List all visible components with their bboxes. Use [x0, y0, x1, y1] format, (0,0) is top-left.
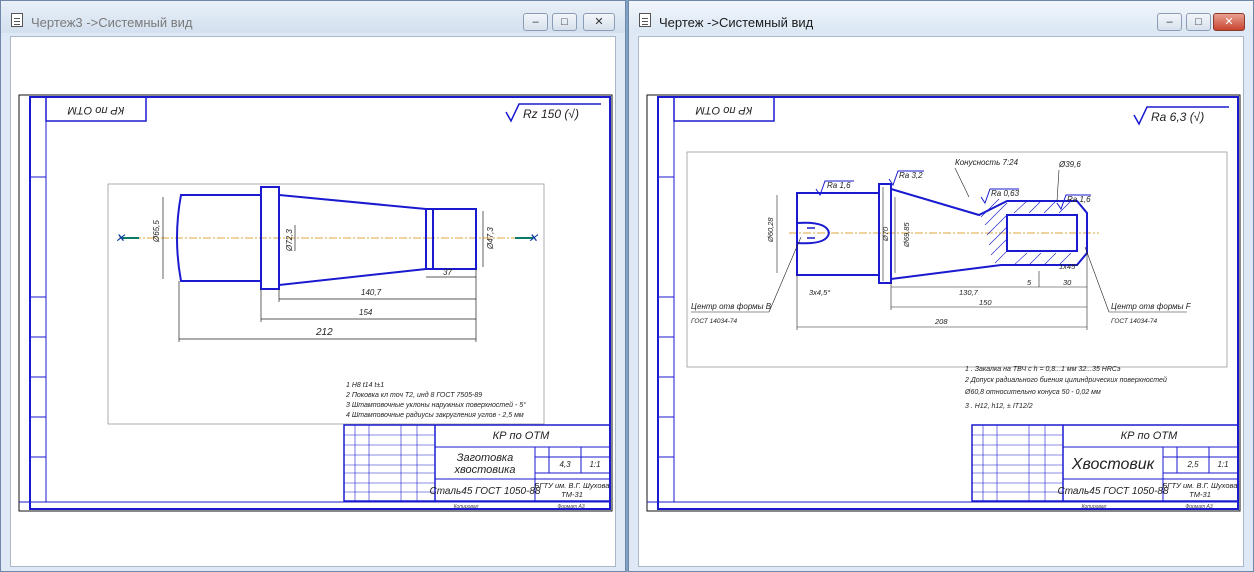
svg-text:2 Поковка кл точ Т2, инд 8 ГО: 2 Поковка кл точ Т2, инд 8 ГОСТ 7505-89	[345, 391, 482, 399]
svg-text:2,5: 2,5	[1186, 460, 1199, 469]
title-bar[interactable]: Чертеж3 ->Системный вид – □ ✕	[1, 1, 625, 33]
svg-text:Ra 0,63: Ra 0,63	[991, 189, 1020, 198]
svg-text:1:1: 1:1	[589, 460, 600, 469]
drawing-window-left[interactable]: Чертеж3 ->Системный вид – □ ✕ КР по ОТМ …	[0, 0, 626, 572]
svg-text:Ø72,3: Ø72,3	[285, 229, 294, 252]
svg-text:КР по ОТМ: КР по ОТМ	[1121, 430, 1179, 442]
svg-text:150: 150	[979, 298, 992, 307]
minimize-button[interactable]: –	[523, 13, 548, 31]
window-title: Чертеж3 ->Системный вид	[31, 15, 193, 30]
svg-text:Ra 1,6: Ra 1,6	[1067, 195, 1091, 204]
drawing-canvas[interactable]: КР по ОТМ Rz 150 (√) ✕ ✕ Ø65,5 Ø72,3 Ø47…	[10, 36, 616, 567]
svg-text:Центр отв формы F: Центр отв формы F	[1111, 302, 1192, 311]
svg-text:ГОСТ 14034-74: ГОСТ 14034-74	[691, 318, 737, 325]
window-border	[616, 36, 625, 567]
svg-text:БГТУ им. В.Г. Шухова: БГТУ им. В.Г. Шухова	[535, 481, 610, 490]
svg-text:БГТУ им. В.Г. Шухова: БГТУ им. В.Г. Шухова	[1163, 481, 1238, 490]
svg-text:Ø47,3: Ø47,3	[486, 227, 495, 250]
svg-text:Ø65,5: Ø65,5	[152, 220, 161, 243]
svg-text:Сталь45 ГОСТ 1050-88: Сталь45 ГОСТ 1050-88	[429, 486, 540, 497]
svg-text:4 Штамповочные радиусы закруг: 4 Штамповочные радиусы закругления углов…	[346, 411, 524, 419]
svg-text:1х45°: 1х45°	[1059, 262, 1078, 271]
svg-text:130,7: 130,7	[959, 288, 979, 297]
svg-text:Ra 1,6: Ra 1,6	[827, 181, 851, 190]
svg-text:212: 212	[315, 327, 333, 338]
svg-text:208: 208	[934, 317, 948, 326]
document-icon	[11, 13, 23, 27]
svg-text:Хвостовик: Хвостовик	[1071, 456, 1156, 473]
minimize-button[interactable]: –	[1157, 13, 1182, 31]
maximize-button[interactable]: □	[552, 13, 577, 31]
svg-text:Копировал: Копировал	[454, 504, 479, 510]
drawing-window-right[interactable]: Чертеж ->Системный вид – □ ✕ КР по ОТМ R…	[628, 0, 1254, 572]
svg-text:Конусность 7:24: Конусность 7:24	[955, 158, 1019, 167]
svg-text:Ra 6,3 (√): Ra 6,3 (√)	[1151, 110, 1204, 124]
maximize-button[interactable]: □	[1186, 13, 1211, 31]
svg-text:Ø60,28: Ø60,28	[766, 217, 775, 243]
svg-text:ТМ-31: ТМ-31	[561, 490, 583, 499]
svg-text:1 Н8 t14 t±1: 1 Н8 t14 t±1	[346, 382, 384, 389]
drawing-sheet: КР по ОТМ Ra 6,3 (√) Ra 1,6 Ra 3,2 Ra 0,…	[646, 94, 1241, 512]
svg-text:Ø70: Ø70	[881, 226, 890, 242]
svg-text:✕: ✕	[528, 231, 539, 245]
svg-text:Ø39,6: Ø39,6	[1058, 160, 1081, 169]
svg-text:Rz 150 (√): Rz 150 (√)	[523, 107, 579, 121]
svg-text:✕: ✕	[115, 231, 126, 245]
svg-text:1:1: 1:1	[1217, 460, 1228, 469]
svg-text:КР по ОТМ: КР по ОТМ	[493, 430, 551, 442]
svg-text:Ø60,8 относительно конуса 50 -: Ø60,8 относительно конуса 50 - 0,02 мм	[964, 389, 1101, 396]
svg-text:3х4,5°: 3х4,5°	[809, 288, 830, 297]
svg-text:3 Штамповочные уклоны наружны: 3 Штамповочные уклоны наружных поверхнос…	[346, 401, 526, 409]
document-icon	[639, 13, 651, 27]
svg-text:30: 30	[1063, 278, 1072, 287]
svg-text:Заготовка: Заготовка	[457, 452, 514, 464]
svg-text:4,3: 4,3	[559, 460, 571, 469]
svg-text:Ø69,85: Ø69,85	[902, 222, 911, 248]
svg-text:Копировал: Копировал	[1082, 504, 1107, 510]
svg-text:Центр отв формы В: Центр отв формы В	[691, 302, 772, 311]
stamp-text: КР по ОТМ	[695, 104, 753, 116]
svg-text:Сталь45 ГОСТ 1050-88: Сталь45 ГОСТ 1050-88	[1057, 486, 1168, 497]
svg-text:Формат А3: Формат А3	[1185, 504, 1213, 510]
svg-text:140,7: 140,7	[361, 288, 382, 297]
window-border	[1244, 36, 1253, 567]
svg-text:37: 37	[443, 268, 452, 277]
svg-text:3 . Н12, h12, ± IT12/2: 3 . Н12, h12, ± IT12/2	[965, 403, 1033, 410]
title-bar[interactable]: Чертеж ->Системный вид – □ ✕	[629, 1, 1253, 33]
svg-text:1 . Закалка на ТВЧ с h = 0,8..: 1 . Закалка на ТВЧ с h = 0,8...1 мм 32..…	[965, 366, 1121, 373]
svg-text:ГОСТ 14034-74: ГОСТ 14034-74	[1111, 318, 1157, 325]
svg-text:хвостовика: хвостовика	[454, 464, 516, 476]
svg-text:Формат А3: Формат А3	[557, 504, 585, 510]
window-title: Чертеж ->Системный вид	[659, 15, 814, 30]
svg-text:Ra 3,2: Ra 3,2	[899, 171, 923, 180]
close-button[interactable]: ✕	[1213, 13, 1245, 31]
drawing-sheet: КР по ОТМ Rz 150 (√) ✕ ✕ Ø65,5 Ø72,3 Ø47…	[18, 94, 613, 512]
drawing-canvas[interactable]: КР по ОТМ Ra 6,3 (√) Ra 1,6 Ra 3,2 Ra 0,…	[638, 36, 1244, 567]
svg-text:ТМ-31: ТМ-31	[1189, 490, 1211, 499]
svg-text:2 Допуск радиального биения: 2 Допуск радиального биения цилиндрическ…	[964, 376, 1167, 384]
close-button[interactable]: ✕	[583, 13, 615, 31]
svg-text:154: 154	[359, 308, 373, 317]
stamp-text: КР по ОТМ	[67, 104, 125, 116]
